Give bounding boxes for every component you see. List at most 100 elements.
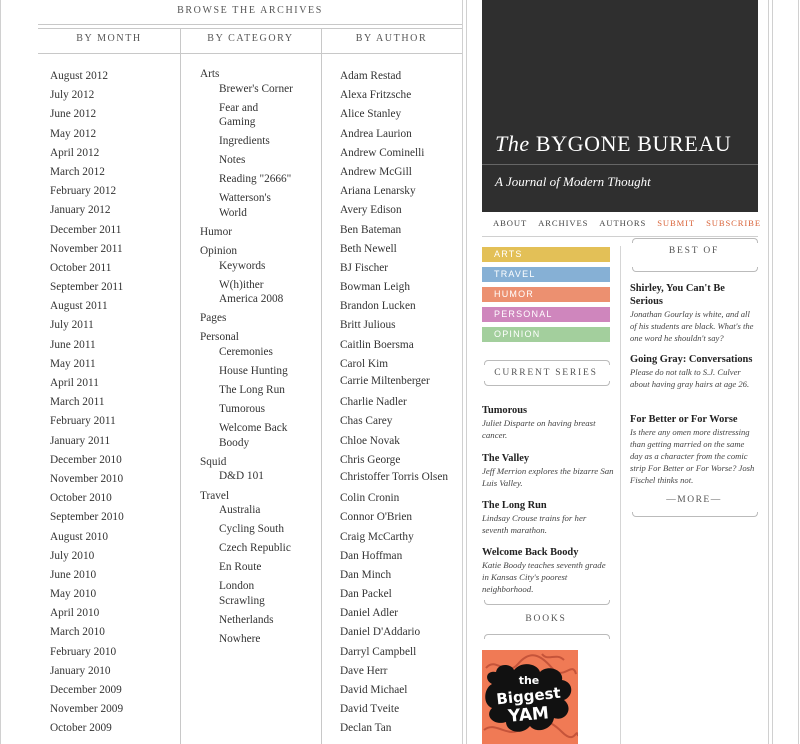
author-link[interactable]: Charlie Nadler <box>340 393 462 412</box>
month-link[interactable]: April 2011 <box>50 374 124 393</box>
author-link[interactable]: Dan Minch <box>340 566 462 585</box>
author-link[interactable]: David Tveite <box>340 700 462 719</box>
author-link[interactable]: Dave Herr <box>340 662 462 681</box>
author-link[interactable]: Daniel Adler <box>340 604 462 623</box>
subcategory-link[interactable]: London Scrawling <box>219 579 294 608</box>
author-link[interactable]: Declan Tan <box>340 719 462 738</box>
book-cover[interactable]: the Biggest YAM <box>482 650 578 744</box>
series-title[interactable]: The Long Run <box>482 499 614 512</box>
month-link[interactable]: July 2012 <box>50 86 124 105</box>
author-link[interactable]: Adam Restad <box>340 67 462 86</box>
month-link[interactable]: July 2010 <box>50 547 124 566</box>
category-link[interactable]: Arts <box>200 67 340 82</box>
author-link[interactable]: Christoffer Torris Olsen <box>340 470 462 485</box>
author-link[interactable]: Chas Carey <box>340 412 462 431</box>
category-link[interactable]: Squid <box>200 455 340 470</box>
month-link[interactable]: June 2011 <box>50 336 124 355</box>
category-link[interactable]: Travel <box>200 489 340 504</box>
month-link[interactable]: August 2011 <box>50 297 124 316</box>
series-title[interactable]: Welcome Back Boody <box>482 546 614 559</box>
author-link[interactable]: Caitlin Boersma <box>340 336 462 355</box>
month-link[interactable]: November 2011 <box>50 240 124 259</box>
month-link[interactable]: April 2010 <box>50 604 124 623</box>
author-link[interactable]: BJ Fischer <box>340 259 462 278</box>
author-link[interactable]: Colin Cronin <box>340 489 462 508</box>
author-link[interactable]: Carol Kim <box>340 355 462 374</box>
subcategory-link[interactable]: D&D 101 <box>219 469 294 484</box>
author-link[interactable]: Britt Julious <box>340 316 462 335</box>
subcategory-link[interactable]: Australia <box>219 503 294 518</box>
subcategory-link[interactable]: Welcome Back Boody <box>219 421 294 450</box>
month-link[interactable]: December 2011 <box>50 221 124 240</box>
nav-link-about[interactable]: ABOUT <box>493 218 527 228</box>
month-link[interactable]: August 2010 <box>50 528 124 547</box>
category-link[interactable]: Pages <box>200 311 340 326</box>
best-of-item[interactable]: Shirley, You Can't Be Serious Jonathan Go… <box>630 282 758 344</box>
nav-link-submit[interactable]: SUBMIT <box>657 218 695 228</box>
subcategory-link[interactable]: The Long Run <box>219 383 294 398</box>
subcategory-link[interactable]: Fear and Gaming <box>219 101 294 130</box>
section-opinion[interactable]: OPINION <box>482 327 610 342</box>
author-link[interactable]: Chloe Novak <box>340 432 462 451</box>
author-link[interactable]: Beth Newell <box>340 240 462 259</box>
author-link[interactable]: Craig McCarthy <box>340 528 462 547</box>
month-link[interactable]: November 2010 <box>50 470 124 489</box>
subcategory-link[interactable]: Notes <box>219 153 294 168</box>
month-link[interactable]: February 2011 <box>50 412 124 431</box>
author-link[interactable]: Alice Stanley <box>340 105 462 124</box>
section-personal[interactable]: PERSONAL <box>482 307 610 322</box>
month-link[interactable]: February 2012 <box>50 182 124 201</box>
author-link[interactable]: Alexa Fritzsche <box>340 86 462 105</box>
month-link[interactable]: July 2011 <box>50 316 124 335</box>
series-title[interactable]: Tumorous <box>482 404 614 417</box>
month-link[interactable]: January 2012 <box>50 201 124 220</box>
section-travel[interactable]: TRAVEL <box>482 267 610 282</box>
author-link[interactable]: Dan Hoffman <box>340 547 462 566</box>
month-link[interactable]: November 2009 <box>50 700 124 719</box>
month-link[interactable]: June 2010 <box>50 566 124 585</box>
series-item[interactable]: The Long Run Lindsay Crouse trains for he… <box>482 499 614 536</box>
month-link[interactable]: February 2010 <box>50 643 124 662</box>
subcategory-link[interactable]: Keywords <box>219 259 294 274</box>
author-link[interactable]: Dan Packel <box>340 585 462 604</box>
section-humor[interactable]: HUMOR <box>482 287 610 302</box>
author-link[interactable]: Ben Bateman <box>340 221 462 240</box>
nav-link-archives[interactable]: ARCHIVES <box>538 218 588 228</box>
month-link[interactable]: August 2012 <box>50 67 124 86</box>
month-link[interactable]: March 2012 <box>50 163 124 182</box>
series-item[interactable]: Tumorous Juliet Disparte on having breast… <box>482 404 614 441</box>
category-link[interactable]: Personal <box>200 330 340 345</box>
month-link[interactable]: May 2010 <box>50 585 124 604</box>
month-link[interactable]: March 2010 <box>50 623 124 642</box>
more-link[interactable]: —MORE— <box>630 495 758 505</box>
author-link[interactable]: Andrew McGill <box>340 163 462 182</box>
author-link[interactable]: Andrew Cominelli <box>340 144 462 163</box>
author-link[interactable]: Connor O'Brien <box>340 508 462 527</box>
author-link[interactable]: Andrea Laurion <box>340 125 462 144</box>
nav-link-authors[interactable]: AUTHORS <box>599 218 646 228</box>
subcategory-link[interactable]: Ceremonies <box>219 345 294 360</box>
subcategory-link[interactable]: W(h)ither America 2008 <box>219 278 294 307</box>
subcategory-link[interactable]: En Route <box>219 560 294 575</box>
author-link[interactable]: Carrie Miltenberger <box>340 374 462 389</box>
subcategory-link[interactable]: Nowhere <box>219 632 294 647</box>
month-link[interactable]: January 2011 <box>50 432 124 451</box>
best-of-title[interactable]: For Better or For Worse <box>630 413 758 426</box>
author-link[interactable]: Bowman Leigh <box>340 278 462 297</box>
author-link[interactable]: David Michael <box>340 681 462 700</box>
month-link[interactable]: May 2011 <box>50 355 124 374</box>
best-of-item[interactable]: For Better or For Worse Is there any omen… <box>630 413 758 486</box>
author-link[interactable]: Avery Edison <box>340 201 462 220</box>
category-link[interactable]: Opinion <box>200 244 340 259</box>
month-link[interactable]: May 2012 <box>50 125 124 144</box>
month-link[interactable]: September 2010 <box>50 508 124 527</box>
subcategory-link[interactable]: Cycling South <box>219 522 294 537</box>
month-link[interactable]: October 2011 <box>50 259 124 278</box>
author-link[interactable]: Chris George <box>340 451 462 470</box>
author-link[interactable]: Ariana Lenarsky <box>340 182 462 201</box>
series-item[interactable]: The Valley Jeff Merrion explores the biza… <box>482 452 614 489</box>
month-link[interactable]: April 2012 <box>50 144 124 163</box>
nav-link-subscribe[interactable]: SUBSCRIBE <box>706 218 761 228</box>
subcategory-link[interactable]: House Hunting <box>219 364 294 379</box>
month-link[interactable]: January 2010 <box>50 662 124 681</box>
